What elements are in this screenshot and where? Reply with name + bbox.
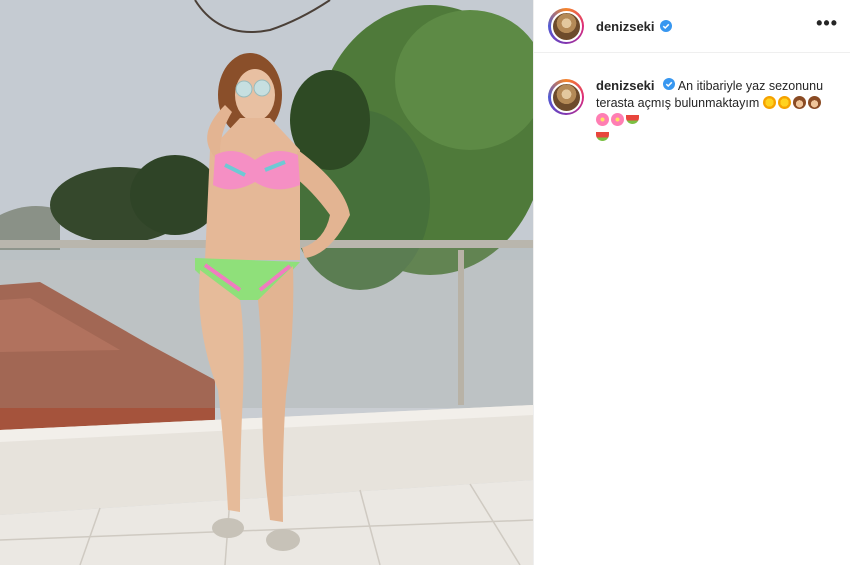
- caption-username[interactable]: denizseki: [596, 78, 655, 93]
- caption: denizseki An itibariyle yaz sezonunu ter…: [534, 53, 850, 146]
- more-options-icon[interactable]: •••: [816, 14, 838, 34]
- caption-story-ring[interactable]: [548, 79, 584, 115]
- watermelon-emoji-icon: [596, 132, 609, 141]
- caption-avatar[interactable]: [550, 81, 582, 113]
- verified-badge-icon: [659, 20, 672, 32]
- sun-emoji-icon: [762, 96, 776, 109]
- avatar[interactable]: [550, 10, 582, 42]
- terrace-photo-illustration: [0, 0, 533, 565]
- caption-body: denizseki An itibariyle yaz sezonunu ter…: [596, 77, 824, 146]
- caption-verified-badge-icon: [663, 78, 676, 90]
- sun-emoji-icon: [777, 96, 791, 109]
- post-header: denizseki •••: [534, 0, 850, 53]
- watermelon-emoji-icon: [626, 115, 639, 124]
- header-username[interactable]: denizseki: [596, 19, 655, 34]
- see-no-evil-monkey-emoji-icon: [792, 96, 806, 109]
- post-panel: denizseki ••• denizseki An itibariyle ya…: [533, 0, 850, 565]
- story-ring[interactable]: [548, 8, 584, 44]
- hibiscus-emoji-icon: [596, 113, 609, 126]
- see-no-evil-monkey-emoji-icon: [807, 96, 821, 109]
- post-photo[interactable]: [0, 0, 533, 565]
- hibiscus-emoji-icon: [611, 113, 624, 126]
